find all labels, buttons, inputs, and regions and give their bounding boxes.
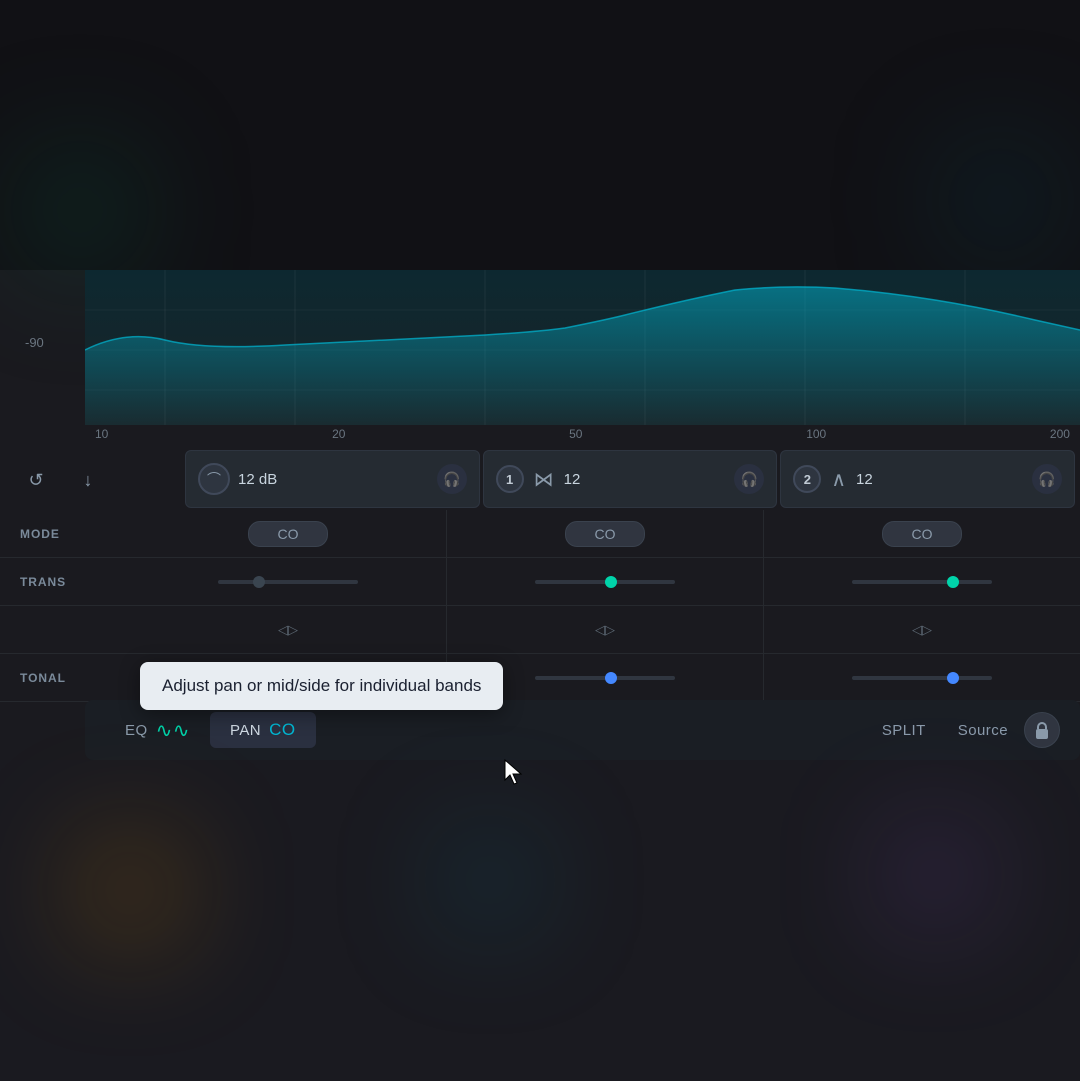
trans-cells [130, 558, 1080, 605]
mode-co-0[interactable]: CO [248, 521, 328, 547]
trans-cell-1 [447, 558, 764, 605]
download-button[interactable]: ↓ [72, 464, 104, 496]
lock-button[interactable] [1024, 712, 1060, 748]
trans-label: TRANS [0, 575, 130, 589]
source-button[interactable]: Source [942, 714, 1024, 747]
bottom-area [0, 760, 1080, 1081]
blob-purple [890, 830, 980, 920]
trans-row: TRANS [0, 558, 1080, 606]
bg-blob-topleft [20, 150, 140, 270]
mode-cell-2: CO [764, 510, 1080, 557]
left-icon-area: ↺ ↓ [20, 450, 180, 510]
lock-icon [1034, 721, 1050, 739]
pan-arrows-2: ◁▷ [912, 622, 932, 638]
band2-value: 12 [856, 471, 873, 488]
pan-arrows-1: ◁▷ [595, 622, 615, 638]
undo-button[interactable]: ↺ [20, 464, 52, 496]
db-label: -90 [25, 335, 44, 350]
band-lowshelf-left: ⌒ 12 dB [198, 463, 277, 495]
band2-headphone[interactable]: 🎧 [1032, 464, 1062, 494]
band2-number: 2 [793, 465, 821, 493]
band1-filter-icon: ⋈ [534, 467, 554, 492]
pan-arrows-cells: ◁▷ ◁▷ ◁▷ [130, 606, 1080, 653]
lowshelf-filter-icon: ⌒ [198, 463, 230, 495]
band1-left: 1 ⋈ 12 [496, 465, 581, 493]
pan-arrows-cell-2: ◁▷ [764, 606, 1080, 653]
mode-cells: CO CO CO [130, 510, 1080, 557]
pan-co-icon: CO [269, 720, 295, 740]
blob-cyan [450, 840, 530, 920]
band2-filter-icon: ∧ [831, 467, 846, 492]
tonal-label: TONAL [0, 671, 130, 685]
eq-label: EQ [125, 722, 148, 739]
trans-cell-2 [764, 558, 1080, 605]
eq-button[interactable]: EQ ∿∿ [105, 710, 210, 751]
top-background [0, 0, 1080, 270]
band1-header: 1 ⋈ 12 🎧 [483, 450, 778, 508]
mode-cell-0: CO [130, 510, 447, 557]
band-lowshelf-header: ⌒ 12 dB 🎧 [185, 450, 480, 508]
split-button[interactable]: SPLIT [866, 714, 942, 747]
pan-arrows-row: ◁▷ ◁▷ ◁▷ [0, 606, 1080, 654]
band2-header: 2 ∧ 12 🎧 [780, 450, 1075, 508]
band-header-row: ⌒ 12 dB 🎧 1 ⋈ 12 🎧 2 ∧ 12 🎧 [185, 450, 1075, 510]
tooltip: Adjust pan or mid/side for individual ba… [140, 662, 503, 710]
mode-co-2[interactable]: CO [882, 521, 962, 547]
band2-left: 2 ∧ 12 [793, 465, 872, 493]
pan-button[interactable]: PAN CO [210, 712, 316, 748]
bg-blob-topright [940, 140, 1060, 260]
freq-100: 100 [806, 427, 826, 441]
pan-arrows-cell-1: ◁▷ [447, 606, 764, 653]
band1-number: 1 [496, 465, 524, 493]
freq-10: 10 [95, 427, 108, 441]
mode-cell-1: CO [447, 510, 764, 557]
band1-value: 12 [564, 471, 581, 488]
eq-icon: ∿∿ [156, 718, 190, 743]
spectrum-display [85, 270, 1080, 425]
band1-headphone[interactable]: 🎧 [734, 464, 764, 494]
trans-cell-0 [130, 558, 447, 605]
pan-arrows-cell-0: ◁▷ [130, 606, 447, 653]
mode-co-1[interactable]: CO [565, 521, 645, 547]
blob-yellow [80, 840, 180, 940]
band-lowshelf-value: 12 dB [238, 471, 277, 488]
freq-20: 20 [332, 427, 345, 441]
freq-200: 200 [1050, 427, 1070, 441]
band-lowshelf-headphone[interactable]: 🎧 [437, 464, 467, 494]
mode-row: MODE CO CO CO [0, 510, 1080, 558]
freq-50: 50 [569, 427, 582, 441]
pan-arrows-0: ◁▷ [278, 622, 298, 638]
freq-axis: 10 20 50 100 200 [85, 423, 1080, 441]
pan-label: PAN [230, 722, 261, 739]
tonal-cell-2 [764, 654, 1080, 701]
mode-label: MODE [0, 527, 130, 541]
